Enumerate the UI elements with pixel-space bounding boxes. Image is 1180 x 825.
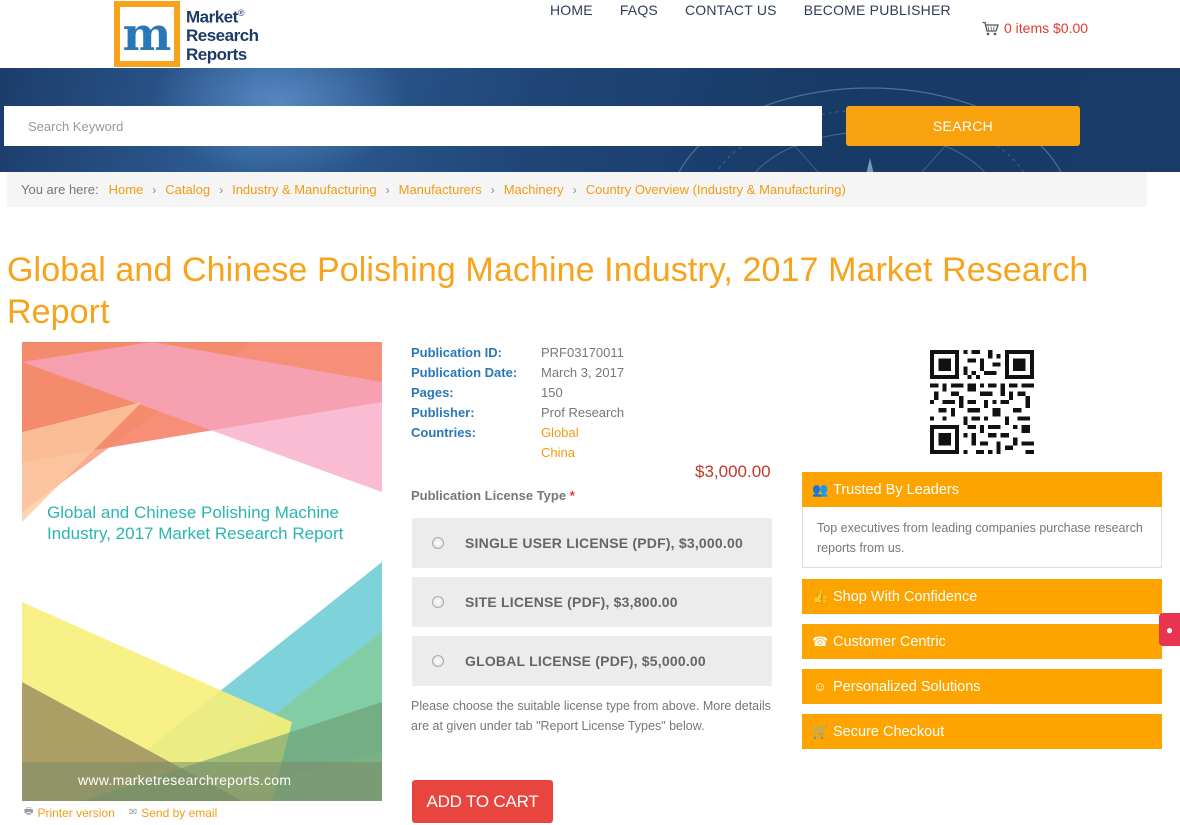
- cart-icon: 🛒: [812, 723, 829, 739]
- detail-value: 150: [541, 385, 563, 400]
- breadcrumb: You are here: Home › Catalog › Industry …: [7, 172, 1147, 207]
- detail-row-countries: Countries: Global: [411, 423, 624, 443]
- feature-shop-with-confidence[interactable]: 👍 Shop With Confidence: [802, 579, 1162, 614]
- breadcrumb-manufacturers[interactable]: Manufacturers: [399, 182, 482, 197]
- detail-value: March 3, 2017: [541, 365, 625, 380]
- breadcrumb-catalog[interactable]: Catalog: [165, 182, 210, 197]
- detail-row-publication-date: Publication Date: March 3, 2017: [411, 363, 624, 383]
- feature-label: Personalized Solutions: [833, 678, 981, 695]
- logo-letter: m: [120, 7, 174, 61]
- license-option-label: SITE LICENSE (PDF), $3,800.00: [465, 594, 678, 610]
- license-option-single-user[interactable]: SINGLE USER LICENSE (PDF), $3,000.00: [412, 518, 772, 568]
- printer-version-link[interactable]: 🖶 Printer version: [24, 804, 115, 821]
- radio-button[interactable]: [432, 537, 444, 549]
- detail-label: Publication Date:: [411, 365, 518, 380]
- feature-label: Trusted By Leaders: [833, 481, 959, 498]
- thumbs-up-icon: 👍: [812, 588, 829, 604]
- report-price: $3,000.00: [695, 462, 771, 481]
- chevron-right-icon: ›: [152, 182, 157, 197]
- search-banner: Search Keyword SEARCH: [0, 68, 1180, 172]
- detail-label: Pages:: [411, 385, 454, 400]
- country-link-china[interactable]: China: [541, 443, 575, 463]
- feature-label: Customer Centric: [833, 633, 946, 650]
- radio-button[interactable]: [432, 655, 444, 667]
- detail-value: Prof Research: [541, 405, 625, 420]
- breadcrumb-machinery[interactable]: Machinery: [504, 182, 564, 197]
- detail-row-countries-2: China: [411, 443, 624, 463]
- smile-icon: ☺: [813, 679, 827, 694]
- logo-mark: m: [114, 1, 180, 67]
- detail-row-publication-id: Publication ID: PRF03170011: [411, 343, 624, 363]
- cover-artwork: [22, 342, 382, 801]
- cart-icon: [982, 21, 999, 35]
- breadcrumb-home[interactable]: Home: [109, 182, 144, 197]
- license-option-label: SINGLE USER LICENSE (PDF), $3,000.00: [465, 535, 743, 551]
- logo-word-reports: Reports: [186, 45, 247, 65]
- required-mark: *: [569, 488, 575, 503]
- license-option-label: GLOBAL LICENSE (PDF), $5,000.00: [465, 653, 706, 669]
- add-to-cart-button[interactable]: ADD TO CART: [412, 780, 553, 823]
- detail-label: Countries:: [411, 425, 476, 440]
- license-option-site[interactable]: SITE LICENSE (PDF), $3,800.00: [412, 577, 772, 627]
- chevron-right-icon: ›: [385, 182, 390, 197]
- search-input[interactable]: Search Keyword: [4, 106, 822, 146]
- breadcrumb-lead: You are here:: [21, 182, 99, 197]
- chevron-right-icon: ›: [572, 182, 577, 197]
- cover-url: www.marketresearchreports.com: [78, 772, 292, 788]
- search-button[interactable]: SEARCH: [846, 106, 1080, 146]
- chat-bubble-icon: ●: [1165, 622, 1174, 637]
- printer-icon: 🖶: [24, 806, 34, 817]
- detail-row-publisher: Publisher: Prof Research: [411, 403, 624, 423]
- registered-mark: ®: [237, 7, 245, 18]
- detail-label: Publisher:: [411, 405, 475, 420]
- detail-label: Publication ID:: [411, 345, 502, 360]
- nav-home[interactable]: HOME: [550, 2, 593, 18]
- breadcrumb-industry-manufacturing[interactable]: Industry & Manufacturing: [232, 182, 377, 197]
- nav-become-publisher[interactable]: BECOME PUBLISHER: [804, 2, 951, 18]
- detail-value: PRF03170011: [541, 345, 624, 360]
- feature-secure-checkout[interactable]: 🛒 Secure Checkout: [802, 714, 1162, 749]
- logo-wordmark: Market® Research Reports: [186, 4, 259, 65]
- breadcrumb-country-overview[interactable]: Country Overview (Industry & Manufacturi…: [586, 182, 846, 197]
- send-by-email-label: Send by email: [141, 805, 218, 820]
- license-type-text: Publication License Type: [411, 488, 567, 503]
- publication-details: Publication ID: PRF03170011 Publication …: [411, 343, 624, 463]
- qr-code-image: [930, 350, 1034, 454]
- feature-label: Secure Checkout: [833, 723, 945, 740]
- phone-icon: ☎: [812, 633, 829, 649]
- report-cover-image: Global and Chinese Polishing Machine Ind…: [22, 342, 382, 801]
- page-title: Global and Chinese Polishing Machine Ind…: [7, 251, 1089, 331]
- search-placeholder: Search Keyword: [28, 118, 124, 134]
- site-logo[interactable]: m Market® Research Reports: [114, 0, 264, 68]
- top-navigation: HOME FAQS CONTACT US BECOME PUBLISHER: [550, 2, 951, 18]
- logo-word-market: Market: [186, 7, 238, 27]
- cover-title: Global and Chinese Polishing Machine Ind…: [47, 503, 344, 543]
- chevron-right-icon: ›: [219, 182, 224, 197]
- envelope-icon: ✉: [128, 807, 138, 818]
- users-icon: 👥: [812, 481, 829, 497]
- printer-version-label: Printer version: [37, 805, 115, 820]
- cart-summary[interactable]: 0 items $0.00: [982, 20, 1088, 36]
- send-by-email-link[interactable]: ✉ Send by email: [129, 804, 217, 821]
- license-note: Please choose the suitable license type …: [411, 699, 771, 733]
- detail-row-pages: Pages: 150: [411, 383, 624, 403]
- report-utility-links: 🖶 Printer version ✉ Send by email: [24, 804, 217, 821]
- nav-contact-us[interactable]: CONTACT US: [685, 2, 777, 18]
- logo-word-research: Research: [186, 26, 259, 46]
- detail-label-spacer: [411, 443, 541, 463]
- country-link-global[interactable]: Global: [541, 423, 579, 443]
- license-type-label: Publication License Type *: [411, 488, 575, 503]
- chevron-right-icon: ›: [490, 182, 495, 197]
- license-option-global[interactable]: GLOBAL LICENSE (PDF), $5,000.00: [412, 636, 772, 686]
- feature-customer-centric[interactable]: ☎ Customer Centric: [802, 624, 1162, 659]
- cart-label: 0 items $0.00: [1004, 20, 1089, 36]
- nav-faqs[interactable]: FAQS: [620, 2, 658, 18]
- radio-button[interactable]: [432, 596, 444, 608]
- feature-label: Shop With Confidence: [833, 588, 978, 605]
- feature-trusted-body: Top executives from leading companies pu…: [802, 507, 1162, 568]
- chat-tab-button[interactable]: ●: [1159, 613, 1180, 646]
- feature-personalized-solutions[interactable]: ☺ Personalized Solutions: [802, 669, 1162, 704]
- feature-trusted-by-leaders[interactable]: 👥 Trusted By Leaders: [802, 472, 1162, 507]
